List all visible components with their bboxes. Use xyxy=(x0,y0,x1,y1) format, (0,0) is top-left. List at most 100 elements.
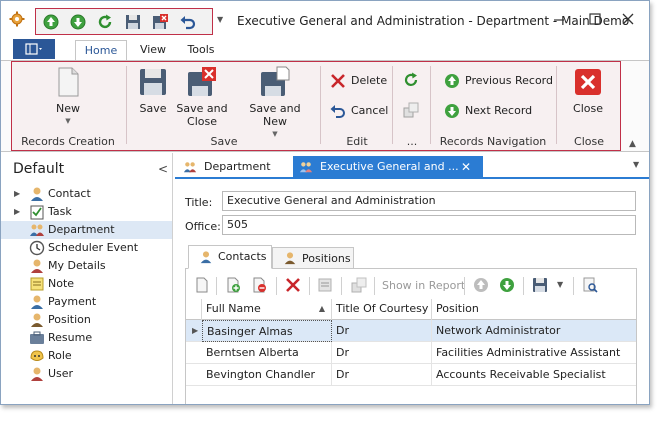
nav-item-task[interactable]: ▶ Task xyxy=(1,203,172,221)
cancel-button[interactable]: Cancel xyxy=(330,102,392,122)
table-row[interactable]: ▶ Basinger Almas Dr Network Administrato… xyxy=(186,320,636,342)
save-icon[interactable] xyxy=(124,13,142,31)
show-in-report-button[interactable]: Show in Report xyxy=(382,279,465,292)
doc-tab-label: Department xyxy=(204,160,271,173)
grid-cell[interactable]: Bevington Chandler xyxy=(202,364,332,386)
grid-cell[interactable]: Berntsen Alberta xyxy=(202,342,332,364)
app-window: ▼ Executive General and Administration -… xyxy=(0,0,650,405)
next-record-icon[interactable] xyxy=(69,13,87,31)
sort-ascending-icon: ▲ xyxy=(318,304,325,313)
next-record-icon[interactable] xyxy=(499,277,515,293)
quick-access-toolbar xyxy=(35,8,213,35)
new-button[interactable]: New ▼ xyxy=(48,66,88,125)
group-save: Save Save and Close Save and New ▼ Save xyxy=(128,62,320,150)
close-window-icon[interactable] xyxy=(619,10,637,28)
office-field[interactable]: 505 xyxy=(222,215,636,235)
nav-item-note[interactable]: Note xyxy=(1,275,172,293)
task-icon xyxy=(30,205,44,220)
nav-item-payment[interactable]: Payment xyxy=(1,293,172,311)
grid-cell[interactable]: Dr xyxy=(332,342,432,364)
save-button[interactable]: Save xyxy=(136,66,170,115)
refresh-icon[interactable] xyxy=(403,72,419,88)
resume-icon xyxy=(30,331,44,344)
save-and-new-icon xyxy=(261,66,290,96)
save-and-close-button[interactable]: Save and Close xyxy=(174,66,230,128)
nav-item-my-details[interactable]: My Details xyxy=(1,257,172,275)
nav-item-label: Task xyxy=(48,205,72,218)
save-and-new-button[interactable]: Save and New ▼ xyxy=(236,66,314,138)
undo-icon[interactable] xyxy=(179,13,197,31)
tab-tools[interactable]: Tools xyxy=(181,40,221,61)
group-separator xyxy=(556,66,557,144)
group-separator xyxy=(320,66,321,144)
grid-cell[interactable]: Dr xyxy=(332,320,432,342)
tab-home[interactable]: Home xyxy=(75,40,127,61)
collapse-ribbon-icon[interactable]: ▲ xyxy=(629,139,636,149)
previous-record-icon[interactable] xyxy=(473,277,489,293)
previous-record-button[interactable]: Previous Record xyxy=(444,72,554,92)
expand-arrow-icon[interactable]: ▶ xyxy=(14,185,20,203)
minimize-icon[interactable] xyxy=(550,10,568,28)
save-and-close-icon xyxy=(188,67,216,96)
new-document-icon[interactable] xyxy=(194,277,210,293)
column-header-full-name[interactable]: Full Name ▲ xyxy=(202,299,332,320)
unlink-icon[interactable] xyxy=(251,277,267,293)
grid-cell[interactable]: Facilities Administrative Assistant xyxy=(432,342,636,364)
nav-item-label: Resume xyxy=(48,331,93,344)
qat-customize-dropdown[interactable]: ▼ xyxy=(217,15,223,24)
note-icon xyxy=(30,277,44,291)
close-button[interactable]: Close xyxy=(570,66,606,115)
clone-icon[interactable] xyxy=(403,102,419,118)
tab-contacts[interactable]: Contacts xyxy=(188,245,272,269)
gear-icon[interactable] xyxy=(9,11,25,27)
delete-icon[interactable] xyxy=(285,277,301,293)
grid-cell[interactable]: Accounts Receivable Specialist xyxy=(432,364,636,386)
nav-item-role[interactable]: Role xyxy=(1,347,172,365)
grid-cell[interactable]: Basinger Almas xyxy=(202,320,332,342)
nav-item-contact[interactable]: ▶ Contact xyxy=(1,185,172,203)
collapse-nav-icon[interactable]: < xyxy=(158,162,168,176)
nav-item-department[interactable]: Department xyxy=(1,221,172,239)
delete-button[interactable]: Delete xyxy=(330,72,390,92)
column-header-title-of-courtesy[interactable]: Title Of Courtesy xyxy=(332,299,432,320)
expand-arrow-icon[interactable]: ▶ xyxy=(14,203,20,221)
link-add-icon[interactable] xyxy=(225,277,241,293)
file-menu-button[interactable] xyxy=(13,39,55,59)
list-icon[interactable] xyxy=(317,277,333,293)
group-label-more[interactable]: ... xyxy=(394,135,430,148)
save-label: Save xyxy=(139,102,167,115)
title-bar: ▼ Executive General and Administration -… xyxy=(1,1,649,37)
doc-tab-executive-general[interactable]: Executive General and ... ✕ xyxy=(293,156,483,179)
table-row[interactable]: Berntsen Alberta Dr Facilities Administr… xyxy=(186,342,636,364)
payment-icon xyxy=(31,295,43,309)
save-icon[interactable] xyxy=(532,277,548,293)
maximize-icon[interactable] xyxy=(586,10,604,28)
nav-item-label: Payment xyxy=(48,295,97,308)
close-tab-icon[interactable]: ✕ xyxy=(461,156,471,178)
nav-item-label: Position xyxy=(48,313,91,326)
group-label-edit: Edit xyxy=(346,135,368,148)
nav-item-user[interactable]: User xyxy=(1,365,172,383)
nav-item-label: Role xyxy=(48,349,72,362)
grid-cell[interactable]: Network Administrator xyxy=(432,320,636,342)
previous-record-icon[interactable] xyxy=(42,13,60,31)
save-and-close-icon[interactable] xyxy=(151,13,169,31)
document-tab-bar: Department Executive General and ... ✕ ▼ xyxy=(175,153,649,179)
nav-item-scheduler-event[interactable]: Scheduler Event xyxy=(1,239,172,257)
title-field[interactable]: Executive General and Administration xyxy=(222,191,636,211)
next-record-button[interactable]: Next Record xyxy=(444,102,554,122)
grid-cell[interactable]: Dr xyxy=(332,364,432,386)
search-icon[interactable] xyxy=(582,277,598,293)
export-dropdown-icon[interactable]: ▼ xyxy=(557,280,563,289)
tab-positions[interactable]: Positions xyxy=(272,247,354,269)
tab-list-dropdown-icon[interactable]: ▼ xyxy=(633,160,639,169)
refresh-icon[interactable] xyxy=(96,13,114,31)
next-record-label: Next Record xyxy=(465,104,533,117)
doc-tab-department[interactable]: Department xyxy=(177,156,289,179)
nav-item-resume[interactable]: Resume xyxy=(1,329,172,347)
tab-view[interactable]: View xyxy=(133,40,173,61)
table-row[interactable]: Bevington Chandler Dr Accounts Receivabl… xyxy=(186,364,636,386)
clone-icon[interactable] xyxy=(351,277,367,293)
nav-item-position[interactable]: Position xyxy=(1,311,172,329)
column-header-position[interactable]: Position xyxy=(432,299,636,320)
